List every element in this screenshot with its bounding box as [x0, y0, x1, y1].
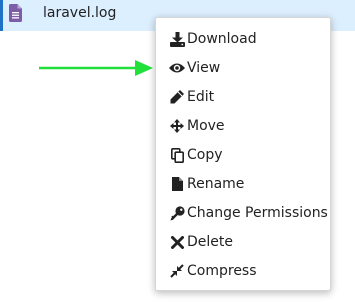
pencil-icon: [169, 89, 185, 105]
menu-item-label: Move: [187, 118, 225, 134]
key-icon: [169, 205, 185, 221]
menu-item-label: Download: [187, 31, 257, 47]
menu-item-copy[interactable]: Copy: [156, 142, 330, 168]
menu-item-label: Rename: [187, 176, 245, 192]
close-icon: [169, 234, 185, 250]
menu-item-label: Compress: [187, 263, 257, 279]
menu-item-rename[interactable]: Rename: [156, 171, 330, 197]
arrow-right-icon: [39, 60, 153, 76]
menu-item-move[interactable]: Move: [156, 113, 330, 139]
menu-item-view[interactable]: View: [156, 55, 330, 81]
move-icon: [169, 118, 185, 134]
menu-item-delete[interactable]: Delete: [156, 229, 330, 255]
menu-item-compress[interactable]: Compress: [156, 258, 330, 284]
menu-item-edit[interactable]: Edit: [156, 84, 330, 110]
compress-icon: [169, 263, 185, 279]
menu-item-change-permissions[interactable]: Change Permissions: [156, 200, 330, 226]
menu-item-label: Edit: [187, 89, 215, 105]
menu-item-download[interactable]: Download: [156, 26, 330, 52]
download-icon: [169, 31, 185, 47]
file-text-icon: [9, 4, 22, 22]
menu-item-label: Change Permissions: [187, 205, 328, 221]
file-icon: [169, 176, 185, 192]
copy-icon: [169, 147, 185, 163]
context-menu: Download View Edit Move Copy Rename Chan…: [155, 17, 331, 291]
menu-item-label: Delete: [187, 234, 233, 250]
menu-item-label: View: [187, 60, 221, 76]
menu-item-label: Copy: [187, 147, 223, 163]
file-name[interactable]: laravel.log: [43, 5, 116, 21]
eye-icon: [169, 60, 185, 76]
file-manager-view: laravel.log Download View Edit Move Copy…: [0, 0, 355, 302]
